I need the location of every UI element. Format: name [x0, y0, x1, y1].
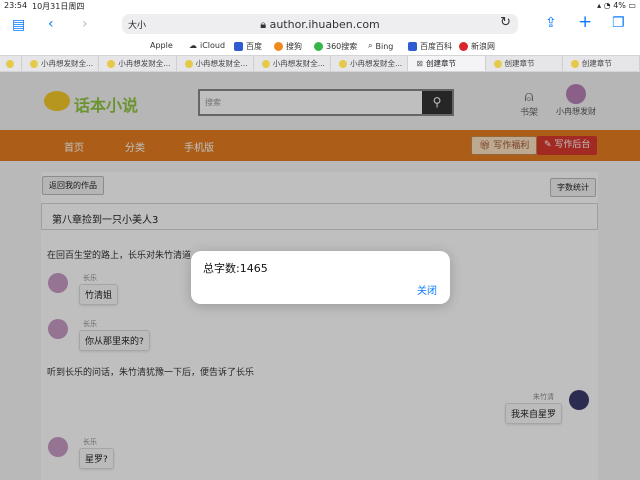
main-nav: 首页 分类 手机版 🎁︎ 写作福利 ✎ 写作后台	[0, 130, 640, 161]
url-text: 🔒︎ author.ihuaben.com	[260, 18, 380, 31]
favorite-baidu[interactable]: 百度	[234, 41, 262, 52]
dialog-close-button[interactable]: 关闭	[417, 282, 437, 297]
tab-item[interactable]: 创建章节	[563, 56, 640, 71]
dialogue-bubble[interactable]: 星罗?	[79, 448, 114, 469]
favorite-baike[interactable]: 百度百科	[408, 41, 452, 52]
lock-icon: 🔒︎	[260, 18, 270, 31]
back-to-works-button[interactable]: 返回我的作品	[42, 176, 104, 195]
tab-strip: 小冉想发财全... 小冉想发财全... 小冉想发财全... 小冉想发财全... …	[0, 55, 640, 72]
word-count-dialog: 总字数:1465 关闭	[191, 251, 450, 304]
logo-mascot-icon	[44, 91, 70, 111]
baike-icon	[408, 42, 417, 51]
gift-icon: 🎁︎	[479, 141, 494, 151]
site-favicon-icon	[339, 59, 347, 68]
battery-indicator: ▴ ◔ 4% ▭	[597, 1, 636, 10]
favorite-sina[interactable]: 新浪网	[459, 41, 495, 52]
new-tab-icon[interactable]: +	[578, 14, 592, 31]
search-box[interactable]: 搜索 ⚲	[198, 89, 454, 116]
bookshelf-icon: ⍝	[524, 87, 534, 105]
character-name: 长乐	[83, 320, 97, 328]
bookshelf-link[interactable]: ⍝ 书架	[520, 87, 538, 118]
nav-mobile[interactable]: 手机版	[184, 139, 214, 154]
nav-home[interactable]: 首页	[64, 139, 84, 154]
user-menu[interactable]: 小冉想发财	[556, 84, 596, 117]
favorites-bar: Apple ☁ iCloud 百度 搜狗 360搜索 ⌕ Bing 百度百科 新浪网	[0, 38, 640, 55]
character-avatar	[48, 319, 68, 339]
avatar	[566, 84, 586, 104]
tabs-overview-icon[interactable]: ❐	[612, 16, 625, 30]
site-favicon-icon	[6, 59, 14, 68]
tab-item[interactable]: 创建章节	[486, 56, 563, 71]
backend-button[interactable]: ✎ 写作后台	[537, 136, 598, 155]
bookshelf-label: 书架	[520, 108, 539, 118]
site-favicon-icon	[261, 59, 270, 68]
character-avatar	[569, 390, 589, 410]
character-name: 长乐	[83, 438, 97, 446]
dialogue-bubble[interactable]: 我来自星罗	[505, 403, 563, 424]
close-tab-icon[interactable]: ⊠	[416, 59, 423, 68]
edit-icon: ✎	[544, 140, 555, 150]
sidebar-toggle-icon[interactable]: ▤	[12, 18, 25, 32]
baidu-icon	[234, 42, 243, 51]
character-name: 朱竹清	[533, 393, 554, 401]
site-favicon-icon	[184, 59, 193, 68]
site-logo[interactable]: 话本小说	[74, 92, 138, 116]
browser-toolbar: ▤ ‹ › 大小 🔒︎ author.ihuaben.com ↻ ⇪ + ❐	[0, 12, 640, 38]
cloud-icon: ☁	[189, 41, 197, 50]
nav-category[interactable]: 分类	[125, 139, 145, 154]
address-bar[interactable]: 大小 🔒︎ author.ihuaben.com ↻	[122, 14, 518, 34]
tab-item[interactable]: 小冉想发财全...	[22, 56, 100, 71]
search-button[interactable]: ⚲	[422, 91, 452, 114]
paragraph-text[interactable]: 在回百生堂的路上，长乐对朱竹清道	[47, 248, 191, 261]
tab-item[interactable]: 小冉想发财全...	[177, 56, 254, 71]
reload-icon[interactable]: ↻	[500, 15, 511, 30]
search-input[interactable]: 搜索	[205, 97, 221, 108]
favorite-apple[interactable]: Apple	[147, 41, 173, 50]
character-name: 长乐	[83, 274, 97, 282]
share-icon[interactable]: ⇪	[545, 16, 557, 30]
paragraph-text[interactable]: 听到长乐的问话，朱竹清犹豫一下后，便告诉了长乐	[47, 365, 254, 378]
site-favicon-icon	[107, 59, 116, 68]
favorite-icloud[interactable]: ☁ iCloud	[189, 41, 225, 50]
sogou-icon	[274, 42, 283, 51]
status-date: 10月31日周四	[32, 2, 85, 11]
tab-pinned[interactable]	[0, 56, 22, 71]
character-avatar	[48, 437, 68, 457]
360-icon	[314, 42, 323, 51]
search-icon: ⚲	[432, 95, 442, 109]
tab-item[interactable]: 小冉想发财全...	[99, 56, 177, 71]
tab-item[interactable]: 小冉想发财全...	[254, 56, 331, 71]
sina-icon	[459, 42, 468, 51]
tab-item-active[interactable]: ⊠ 创建章节	[408, 56, 486, 71]
favorite-sogou[interactable]: 搜狗	[274, 41, 302, 52]
dialogue-bubble[interactable]: 你从那里来的?	[79, 330, 150, 351]
chapter-title-input[interactable]: 第八章捡到一只小美人3	[41, 203, 598, 230]
site-favicon-icon	[30, 59, 38, 68]
dialogue-bubble[interactable]: 竹清姐	[79, 284, 119, 305]
site-favicon-icon	[570, 59, 579, 68]
word-count-button[interactable]: 字数统计	[550, 178, 596, 197]
status-bar: 23:54 10月31日周四 ▴ ◔ 4% ▭	[0, 0, 640, 12]
username: 小冉想发财	[556, 107, 596, 116]
favorite-360[interactable]: 360搜索	[314, 41, 357, 52]
site-favicon-icon	[493, 59, 502, 68]
dialog-message: 总字数:1465	[203, 262, 268, 275]
status-time: 23:54	[4, 1, 28, 10]
tab-item[interactable]: 小冉想发财全...	[331, 56, 409, 71]
character-avatar	[48, 273, 68, 293]
back-arrow-icon[interactable]: ‹	[48, 17, 54, 31]
favorite-bing[interactable]: ⌕ Bing	[368, 41, 393, 51]
welfare-button[interactable]: 🎁︎ 写作福利	[471, 136, 538, 155]
search-icon: ⌕	[368, 41, 373, 50]
battery-percent: 4%	[613, 1, 626, 10]
forward-arrow-icon[interactable]: ›	[82, 17, 88, 31]
